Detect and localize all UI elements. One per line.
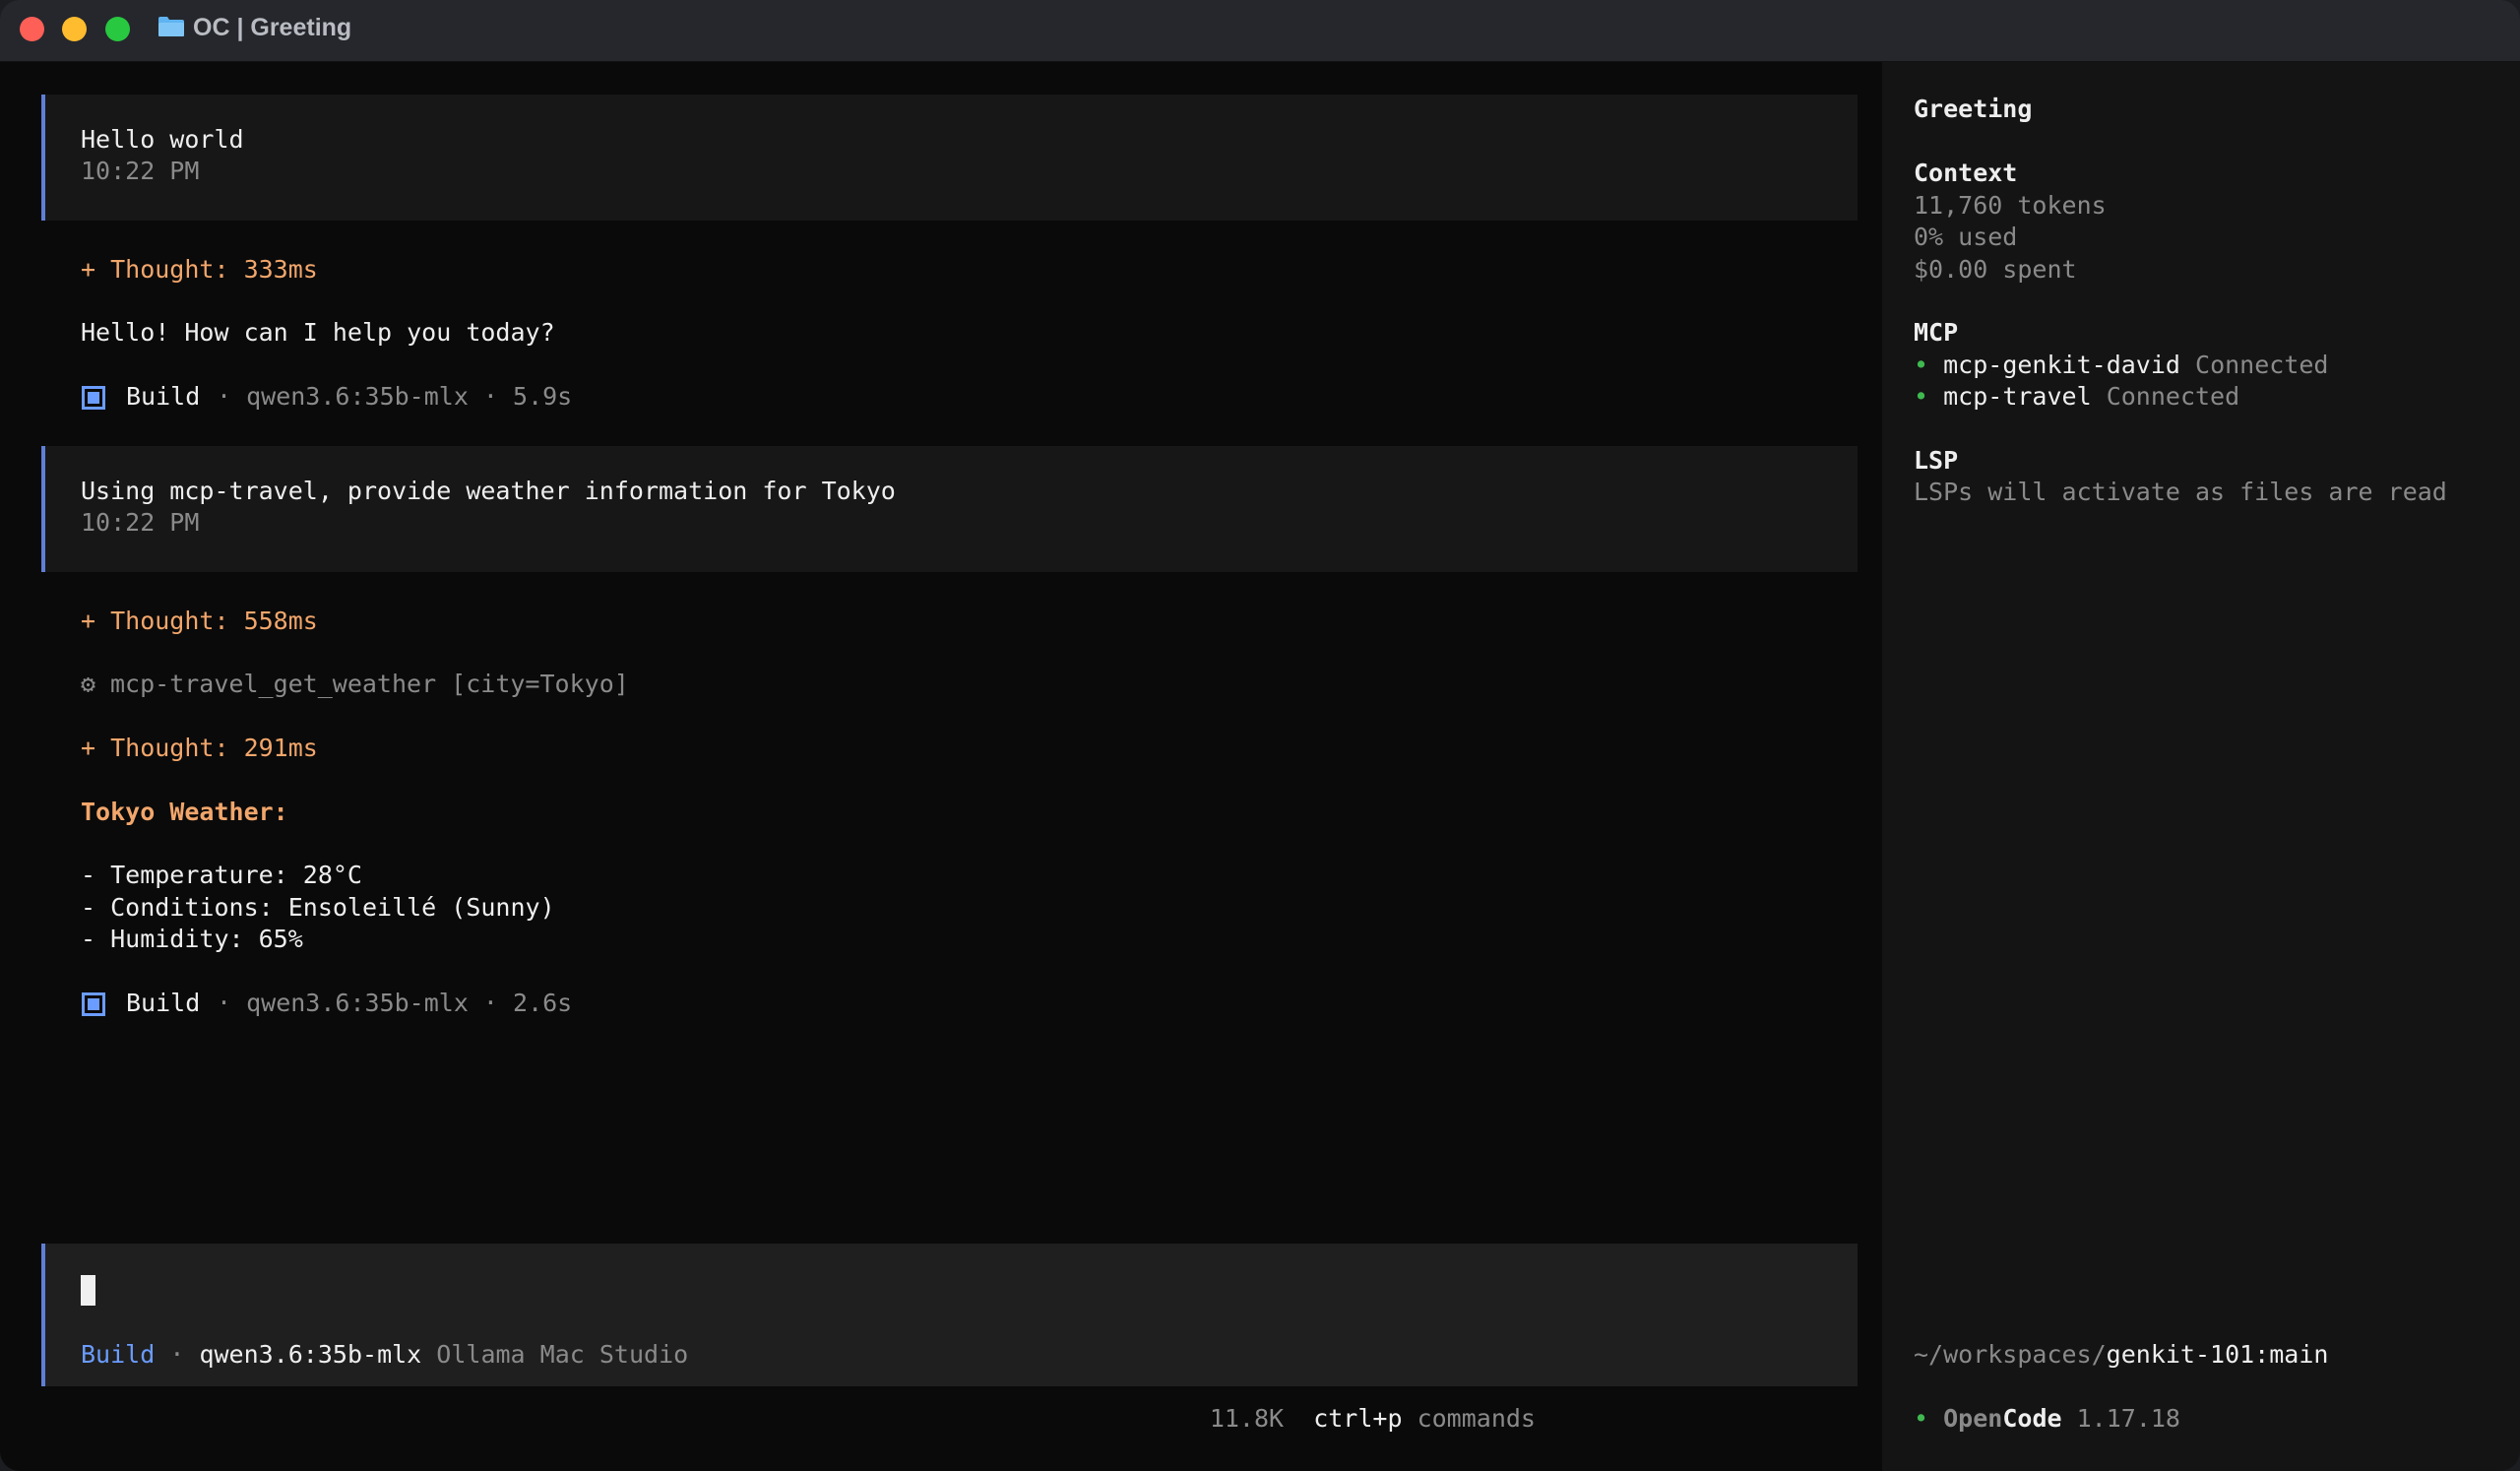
build-icon xyxy=(82,992,105,1016)
thought-toggle[interactable]: + Thought: 333ms xyxy=(81,254,318,286)
thought-toggle[interactable]: + Thought: 558ms xyxy=(81,606,318,637)
mcp-server-item[interactable]: • mcp-travel Connected xyxy=(1914,381,2239,413)
app-window: OC | Greeting Hello world 10:22 PM + Tho… xyxy=(0,0,2520,1471)
shortcut-label: commands xyxy=(1417,1404,1536,1433)
folder-icon xyxy=(158,17,184,36)
build-meta: · qwen3.6:35b-mlx · 2.6s xyxy=(217,989,573,1017)
app-name-part: Code xyxy=(2002,1404,2062,1433)
build-icon xyxy=(82,386,105,410)
build-meta: · qwen3.6:35b-mlx · 5.9s xyxy=(217,382,573,411)
workspace-path: ~/workspaces/genkit-101:main xyxy=(1914,1339,2328,1371)
path-prefix: ~/workspaces/ xyxy=(1914,1340,2107,1369)
context-spent: $0.00 spent xyxy=(1914,255,2077,284)
status-bar: 11.8K ctrl+p commands xyxy=(1210,1403,1536,1435)
message-time: 10:22 PM xyxy=(81,508,200,537)
status-dot-icon: • xyxy=(1914,1404,1929,1433)
status-dot-icon: • xyxy=(1914,351,1929,379)
message-text: Hello world xyxy=(81,125,244,154)
build-label: Build xyxy=(126,989,201,1017)
build-label: Build xyxy=(126,382,201,411)
gear-icon: ⚙ xyxy=(81,670,96,698)
mcp-server-status: Connected xyxy=(2195,351,2329,379)
shortcut-key[interactable]: ctrl+p xyxy=(1313,1404,1402,1433)
prompt-status: Build · qwen3.6:35b-mlx Ollama Mac Studi… xyxy=(81,1339,688,1371)
lsp-message: LSPs will activate as files are read xyxy=(1914,478,2447,506)
message-text: Using mcp-travel, provide weather inform… xyxy=(81,477,896,505)
model-name[interactable]: qwen3.6:35b-mlx xyxy=(199,1340,421,1369)
text-cursor xyxy=(81,1275,95,1306)
token-count: 11.8K xyxy=(1209,1404,1285,1433)
weather-line: - Temperature: 28°C xyxy=(81,861,362,889)
close-window-button[interactable] xyxy=(20,17,44,41)
tool-call[interactable]: mcp-travel_get_weather [city=Tokyo] xyxy=(110,669,629,700)
mcp-server-status: Connected xyxy=(2106,382,2240,411)
user-message[interactable]: Using mcp-travel, provide weather inform… xyxy=(41,446,1858,572)
mcp-server-item[interactable]: • mcp-genkit-david Connected xyxy=(1914,350,2328,381)
repo-branch: genkit-101:main xyxy=(2106,1340,2329,1369)
message-time: 10:22 PM xyxy=(81,157,200,185)
separator: · xyxy=(169,1340,185,1369)
mcp-server-name: mcp-genkit-david xyxy=(1943,351,2180,379)
maximize-window-button[interactable] xyxy=(105,17,130,41)
context-used: 0% used xyxy=(1914,223,2018,251)
mcp-server-name: mcp-travel xyxy=(1943,382,2092,411)
context-heading: Context xyxy=(1914,159,2018,187)
title-bar: OC | Greeting xyxy=(0,0,2520,62)
context-tokens: 11,760 tokens xyxy=(1914,191,2107,220)
weather-line: - Conditions: Ensoleillé (Sunny) xyxy=(81,893,555,922)
status-dot-icon: • xyxy=(1914,382,1929,411)
thought-toggle[interactable]: + Thought: 291ms xyxy=(81,733,318,764)
user-message[interactable]: Hello world 10:22 PM xyxy=(41,95,1858,221)
mode-label[interactable]: Build xyxy=(81,1340,155,1369)
mcp-heading: MCP xyxy=(1914,318,1959,347)
assistant-reply: Hello! How can I help you today? xyxy=(81,318,555,347)
app-version: • OpenCode 1.17.18 xyxy=(1914,1403,2180,1435)
minimize-window-button[interactable] xyxy=(62,17,87,41)
app-name-part: Open xyxy=(1943,1404,2003,1433)
window-title: OC | Greeting xyxy=(193,14,352,41)
session-title: Greeting xyxy=(1914,95,2033,123)
lsp-heading: LSP xyxy=(1914,446,1959,475)
weather-heading: Tokyo Weather: xyxy=(81,798,288,826)
provider-name: Ollama Mac Studio xyxy=(436,1340,689,1369)
version-number: 1.17.18 xyxy=(2076,1404,2180,1433)
weather-line: - Humidity: 65% xyxy=(81,925,303,953)
